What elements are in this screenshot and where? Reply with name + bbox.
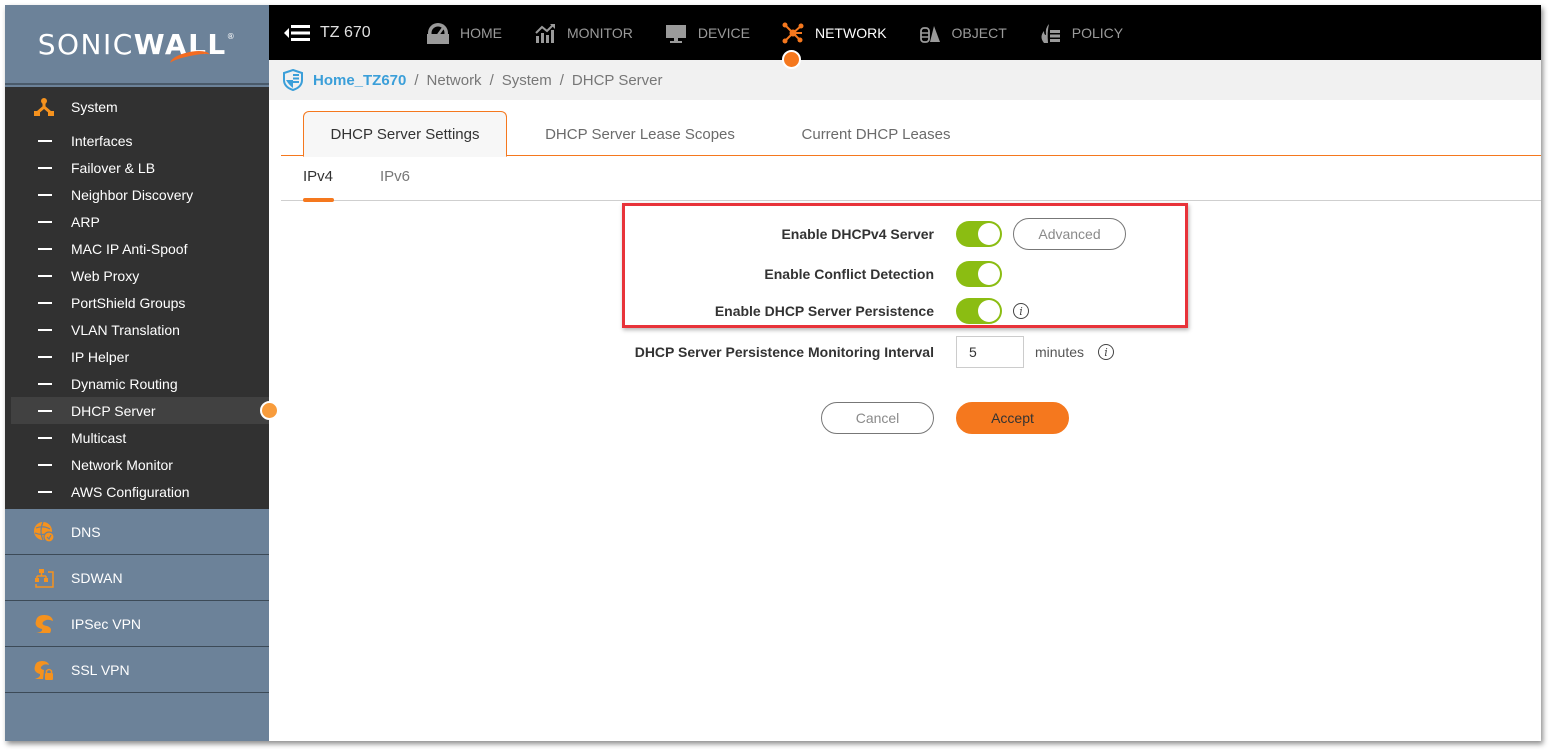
- accept-button[interactable]: Accept: [956, 402, 1069, 434]
- enable-dhcpv4-toggle[interactable]: [956, 221, 1002, 247]
- nav-network[interactable]: NETWORK: [781, 5, 887, 69]
- sidebar-system-section: System Interfaces Failover & LB Neighbor…: [5, 87, 279, 509]
- interval-units: minutes: [1035, 344, 1085, 360]
- sidebar-item-ip-helper[interactable]: IP Helper: [5, 343, 269, 370]
- sidebar-item-mac-ip-anti-spoof[interactable]: MAC IP Anti-Spoof: [5, 235, 269, 262]
- sidebar-group-ssl-vpn[interactable]: SSL VPN: [5, 647, 269, 693]
- nav-device[interactable]: DEVICE: [665, 5, 750, 60]
- system-nodes-icon: [34, 98, 54, 116]
- sidebar-item-arp[interactable]: ARP: [5, 208, 269, 235]
- dns-globe-icon: [34, 521, 55, 543]
- sidebar-item-network-monitor[interactable]: Network Monitor: [5, 451, 269, 478]
- ip-version-tabs: IPv4 IPv6: [281, 156, 1541, 202]
- dash-icon: [38, 166, 52, 169]
- nav-policy[interactable]: POLICY: [1039, 5, 1123, 60]
- monitor-icon: [665, 24, 686, 43]
- sidebar-item-dynamic-routing[interactable]: Dynamic Routing: [5, 370, 269, 397]
- app-window: SONICWALL® System Interfaces Failover & …: [5, 5, 1541, 741]
- menu-collapse-icon: [284, 24, 310, 41]
- chart-trend-icon: [535, 23, 555, 43]
- advanced-button[interactable]: Advanced: [1013, 218, 1126, 250]
- dash-icon: [38, 139, 52, 142]
- policy-firewall-icon: [1041, 23, 1060, 43]
- toggle-knob: [978, 300, 1000, 322]
- active-nav-indicator-dot: [781, 50, 801, 69]
- top-nav: HOME MONITOR DEVICE NETWORK OBJECT POLIC…: [427, 5, 1155, 69]
- sidebar: SONICWALL® System Interfaces Failover & …: [5, 5, 279, 741]
- dash-icon: [38, 220, 52, 223]
- cancel-button[interactable]: Cancel: [821, 402, 934, 434]
- sidebar-system-label: System: [71, 99, 118, 115]
- sidebar-system-header[interactable]: System: [5, 87, 269, 127]
- ssl-vpn-lock-icon: [34, 660, 53, 680]
- toggle-knob: [978, 223, 1000, 245]
- active-indicator-dot: [260, 401, 279, 420]
- persistence-toggle[interactable]: [956, 298, 1002, 324]
- sidebar-group-ipsec-vpn[interactable]: IPSec VPN: [5, 601, 269, 647]
- dash-icon: [38, 274, 52, 277]
- nav-monitor[interactable]: MONITOR: [534, 5, 633, 60]
- breadcrumb-system[interactable]: System: [502, 72, 552, 89]
- persistence-info-icon[interactable]: i: [1013, 303, 1029, 319]
- persistence-interval-label: DHCP Server Persistence Monitoring Inter…: [634, 344, 934, 360]
- sonicwall-logo[interactable]: SONICWALL®: [38, 28, 237, 70]
- ipsec-tunnel-icon: [35, 614, 53, 633]
- sidebar-item-portshield-groups[interactable]: PortShield Groups: [5, 289, 269, 316]
- toggle-knob: [978, 263, 1000, 285]
- sidebar-item-vlan-translation[interactable]: VLAN Translation: [5, 316, 269, 343]
- sdwan-hierarchy-icon: [35, 568, 54, 588]
- conflict-detection-toggle[interactable]: [956, 261, 1002, 287]
- subtab-ipv6[interactable]: IPv6: [380, 168, 410, 185]
- enable-dhcpv4-label: Enable DHCPv4 Server: [781, 226, 934, 242]
- main-tabs: DHCP Server Settings DHCP Server Lease S…: [281, 100, 1541, 157]
- interval-info-icon[interactable]: i: [1098, 344, 1114, 360]
- sidebar-item-dhcp-server[interactable]: DHCP Server: [11, 397, 279, 424]
- shield-firewall-icon: [283, 69, 303, 91]
- sidebar-item-aws-configuration[interactable]: AWS Configuration: [5, 478, 269, 505]
- sidebar-item-web-proxy[interactable]: Web Proxy: [5, 262, 269, 289]
- network-nodes-icon: [782, 22, 804, 43]
- conflict-detection-label: Enable Conflict Detection: [764, 266, 934, 282]
- breadcrumb-network[interactable]: Network: [427, 72, 482, 89]
- dashboard-gauge-icon: [427, 22, 449, 44]
- dash-icon: [38, 463, 52, 466]
- dash-icon: [38, 436, 52, 439]
- dash-icon: [38, 382, 52, 385]
- dash-icon: [38, 193, 52, 196]
- sidebar-group-dns[interactable]: DNS: [5, 509, 269, 555]
- subtab-ipv4[interactable]: IPv4: [303, 168, 333, 185]
- top-nav-bar: TZ 670 HOME MONITOR DEVICE NETWORK OBJEC…: [269, 5, 1541, 69]
- sidebar-item-multicast[interactable]: Multicast: [5, 424, 269, 451]
- sidebar-item-interfaces[interactable]: Interfaces: [5, 127, 269, 154]
- tab-dhcp-server-settings[interactable]: DHCP Server Settings: [303, 111, 507, 157]
- dash-icon: [38, 328, 52, 331]
- sidebar-item-failover-lb[interactable]: Failover & LB: [5, 154, 269, 181]
- nav-object[interactable]: OBJECT: [919, 5, 1007, 60]
- dash-icon: [38, 409, 52, 412]
- persistence-interval-input[interactable]: [956, 336, 1024, 368]
- dash-icon: [38, 355, 52, 358]
- sidebar-item-neighbor-discovery[interactable]: Neighbor Discovery: [5, 181, 269, 208]
- breadcrumb-home-link[interactable]: Home_TZ670: [313, 72, 406, 89]
- nav-home[interactable]: HOME: [427, 5, 502, 60]
- logo-area: SONICWALL®: [5, 5, 269, 85]
- object-shapes-icon: [919, 25, 940, 43]
- device-name: TZ 670: [320, 23, 371, 41]
- tab-dhcp-server-lease-scopes[interactable]: DHCP Server Lease Scopes: [527, 111, 753, 157]
- persistence-label: Enable DHCP Server Persistence: [714, 303, 934, 319]
- menu-toggle-button[interactable]: TZ 670: [284, 24, 371, 42]
- breadcrumb-dhcp-server: DHCP Server: [571, 71, 663, 89]
- breadcrumb: Home_TZ670 / Network / System / DHCP Ser…: [269, 60, 1541, 100]
- active-subtab-underline: [303, 198, 334, 202]
- dash-icon: [38, 301, 52, 304]
- sidebar-group-sdwan[interactable]: SDWAN: [5, 555, 269, 601]
- dash-icon: [38, 490, 52, 493]
- dash-icon: [38, 247, 52, 250]
- tab-current-dhcp-leases[interactable]: Current DHCP Leases: [781, 111, 971, 157]
